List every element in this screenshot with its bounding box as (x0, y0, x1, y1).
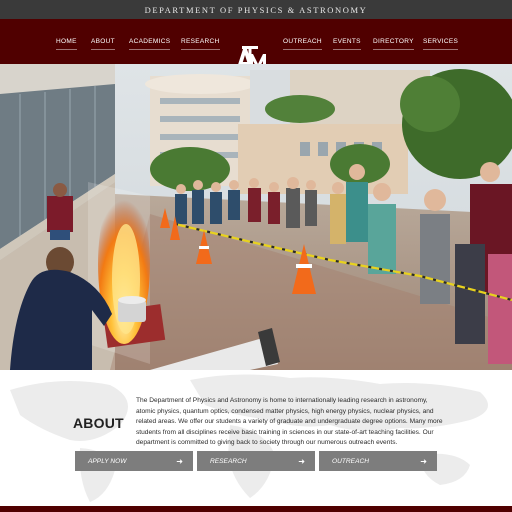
footer-bar (0, 506, 512, 512)
nav-item-services[interactable]: SERVICES (423, 38, 458, 50)
arrow-right-icon: ➜ (420, 456, 427, 466)
nav-item-home[interactable]: HOME (56, 38, 77, 50)
nav-item-about[interactable]: ABOUT (91, 38, 115, 50)
nav-item-academics[interactable]: ACADEMICS (129, 38, 170, 50)
hero-photo (0, 64, 512, 370)
hero-image (0, 64, 512, 370)
arrow-right-icon: ➜ (298, 456, 305, 466)
research-button[interactable]: RESEARCH ➜ (197, 451, 315, 471)
apply-now-label: APPLY NOW (88, 457, 127, 465)
department-title: DEPARTMENT OF PHYSICS & ASTRONOMY (144, 4, 368, 15)
about-heading: ABOUT (73, 415, 124, 431)
research-label: RESEARCH (210, 457, 247, 465)
apply-now-button[interactable]: APPLY NOW ➜ (75, 451, 193, 471)
outreach-button[interactable]: OUTREACH ➜ (319, 451, 437, 471)
top-bar: DEPARTMENT OF PHYSICS & ASTRONOMY (0, 0, 512, 19)
outreach-label: OUTREACH (332, 457, 369, 465)
nav-item-directory[interactable]: DIRECTORY (373, 38, 414, 50)
about-section: ABOUT The Department of Physics and Astr… (0, 370, 512, 506)
about-description: The Department of Physics and Astronomy … (136, 397, 443, 447)
main-nav: HOME ABOUT ACADEMICS RESEARCH OUTREACH E… (0, 19, 512, 71)
nav-item-events[interactable]: EVENTS (333, 38, 361, 50)
nav-item-research[interactable]: RESEARCH (181, 38, 220, 50)
arrow-right-icon: ➜ (176, 456, 183, 466)
nav-item-outreach[interactable]: OUTREACH (283, 38, 322, 50)
